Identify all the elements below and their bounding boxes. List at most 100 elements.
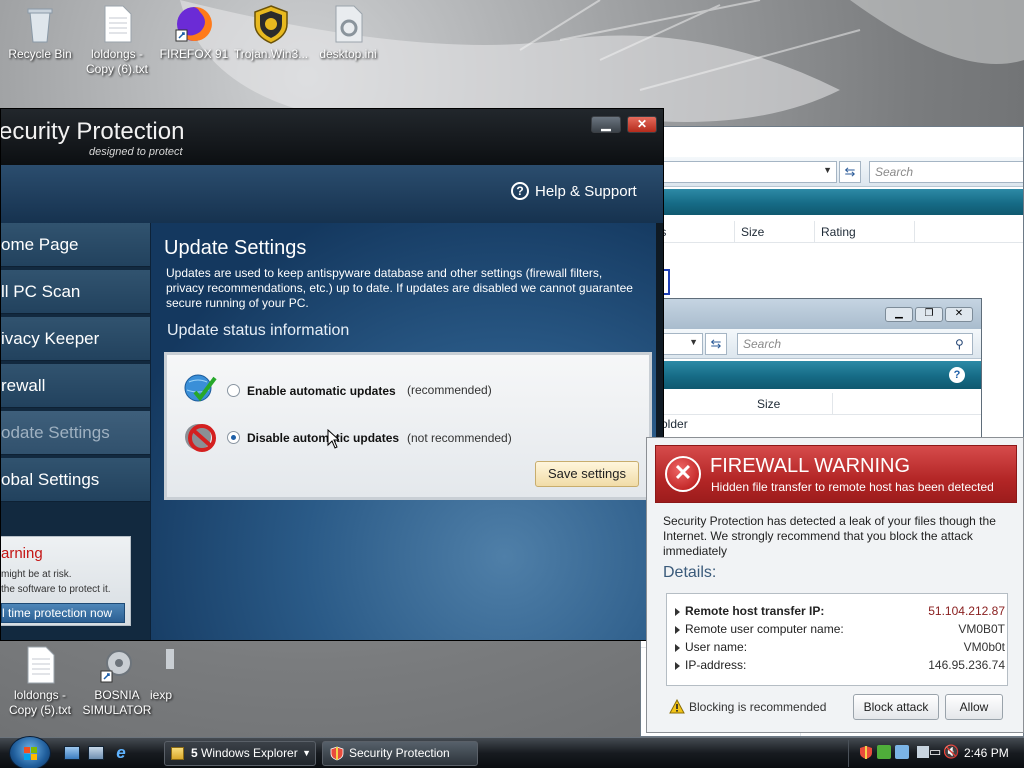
page-description: Updates are used to keep antispyware dat… [166,266,633,310]
minimize-button[interactable]: ▁ [591,116,621,133]
warning-title: arning [1,545,43,562]
enable-updates-radio[interactable] [227,384,240,397]
detail-label: IP-address: [685,658,747,672]
nav-item-update-settings[interactable]: odate Settings [1,411,150,455]
explorer-address-bar: ▼ ⇆ Search [641,157,1023,187]
show-desktop-icon[interactable] [64,746,80,760]
details-box: Remote host transfer IP: 51.104.212.87 R… [666,593,1008,686]
desktop-file-loldongs-5[interactable]: loldongs - Copy (5).txt [0,645,80,718]
network-icon[interactable] [895,745,909,759]
nav-item-full-pc-scan[interactable]: ll PC Scan [1,270,150,314]
caret-right-icon [675,626,680,634]
taskbar-security-protection[interactable]: Security Protection [322,741,478,766]
warning-panel: arning might be at risk. the software to… [1,536,131,626]
minimize-button[interactable]: ▁ [885,307,913,322]
address-field[interactable]: ▼ [641,161,837,183]
status-heading: Update status information [167,322,350,339]
window-subtitle: designed to protect [89,146,183,158]
windows-logo-icon [24,747,37,760]
nav-label: ll PC Scan [1,282,81,301]
chevron-down-icon[interactable]: ▼ [823,165,832,175]
security-protection-window[interactable]: ecurity Protection designed to protect ▁… [0,108,664,641]
recycle-bin-desktop-icon[interactable]: Recycle Bin [0,4,80,62]
nav-item-firewall[interactable]: rewall [1,364,150,408]
recycle-bin-icon [20,4,60,44]
nav-item-global-settings[interactable]: obal Settings [1,458,150,502]
save-settings-button[interactable]: Save settings [535,461,639,487]
help-label: Help & Support [535,183,637,200]
desktop-file-loldongs-6[interactable]: loldongs - Copy (6).txt [77,4,157,77]
detail-value: VM0b0t [963,640,1005,654]
firewall-warning-dialog[interactable]: ✕ FIREWALL WARNING Hidden file transfer … [646,437,1024,733]
disable-updates-note: (not recommended) [407,431,512,445]
folder-icon [171,747,184,760]
search-input[interactable]: Search [737,333,973,355]
enable-updates-label[interactable]: Enable automatic updates [247,384,396,398]
maximize-button[interactable]: ❐ [915,307,943,322]
shield-icon [330,746,344,761]
gear-icon [97,645,137,685]
switch-windows-icon[interactable] [88,746,104,760]
firefox-icon [174,4,214,44]
desktop-file-desktop-ini[interactable]: desktop.ini [308,4,388,62]
disable-updates-radio[interactable] [227,431,240,444]
help-icon: ? [511,182,529,200]
blocking-note: Blocking is recommended [689,700,827,714]
shield-tray-icon[interactable] [859,745,873,760]
warning-line-1: might be at risk. [1,569,72,580]
desktop-shortcut-firefox[interactable]: FIREFOX 91 [154,4,234,62]
volume-muted-icon[interactable]: 🔇 [943,744,959,760]
enable-updates-note: (recommended) [407,383,492,397]
search-icon[interactable]: ⚲ [955,337,964,351]
block-attack-button[interactable]: Block attack [853,694,939,720]
caret-right-icon [675,644,680,652]
nav-item-privacy-keeper[interactable]: ivacy Keeper [1,317,150,361]
explorer-title-bar: ▁ ❐ ✕ [641,299,981,329]
desktop-icon-label: iexp [150,688,173,702]
nav-item-home-page[interactable]: ome Page [1,223,150,267]
desktop-icon-label: loldongs - Copy (6).txt [85,47,148,76]
taskbar-label: Security Protection [349,746,450,760]
desktop-icon-label: loldongs - Copy (5).txt [8,688,71,717]
file-list-item[interactable]: older [661,417,688,431]
detail-value: 51.104.212.87 [928,604,1005,618]
globe-check-icon [181,372,219,406]
help-support-link[interactable]: ? Help & Support [511,182,637,200]
column-header-size[interactable]: Size [735,221,815,243]
monitor-icon[interactable]: ▭ [929,744,941,760]
detail-label: User name: [685,640,748,654]
refresh-icon[interactable]: ⇆ [705,333,727,355]
system-tray: ▭ 🔇 2:46 PM [848,740,1024,767]
desktop-shortcut-bosnia[interactable]: BOSNIA SIMULATOR [77,645,157,718]
device-icon[interactable] [917,746,929,758]
firewall-subtitle: Hidden file transfer to remote host has … [711,480,994,494]
refresh-icon[interactable]: ⇆ [839,161,861,183]
firewall-warning-header: ✕ FIREWALL WARNING Hidden file transfer … [655,445,1017,503]
blocked-globe-icon [181,420,219,454]
close-button[interactable]: ✕ [627,116,657,133]
desktop-shortcut-iexplore[interactable]: iexp [150,645,186,703]
clock[interactable]: 2:46 PM [964,746,1009,760]
warning-line-2: the software to protect it. [1,584,111,595]
explorer-command-bar: ? [641,361,981,389]
search-input[interactable]: Search [869,161,1023,183]
desktop-file-trojan[interactable]: Trojan.Win3... [231,4,311,62]
security-center-icon[interactable] [877,745,891,759]
mouse-cursor-icon [327,428,341,449]
allow-button[interactable]: Allow [945,694,1003,720]
close-button[interactable]: ✕ [945,307,973,322]
taskbar-windows-explorer[interactable]: 5 Windows Explorer ▼ [164,741,316,766]
explorer-command-bar [641,189,1023,215]
column-header-rating[interactable]: Rating [815,221,915,243]
internet-explorer-icon[interactable]: e [112,744,130,762]
chevron-down-icon[interactable]: ▼ [689,337,698,347]
column-header-size[interactable]: Size [751,393,833,415]
detail-remote-ip: Remote host transfer IP: 51.104.212.87 [675,604,1005,622]
help-icon[interactable]: ? [949,367,965,383]
disable-updates-label[interactable]: Disable automatic updates [247,431,399,445]
start-button[interactable] [9,736,51,768]
taskbar: e 5 Windows Explorer ▼ Security Protecti… [0,736,1024,768]
security-header-band: ? Help & Support [1,165,663,223]
security-title-bar: ecurity Protection designed to protect ▁… [1,109,663,165]
enable-protection-button[interactable]: l time protection now [1,603,125,623]
